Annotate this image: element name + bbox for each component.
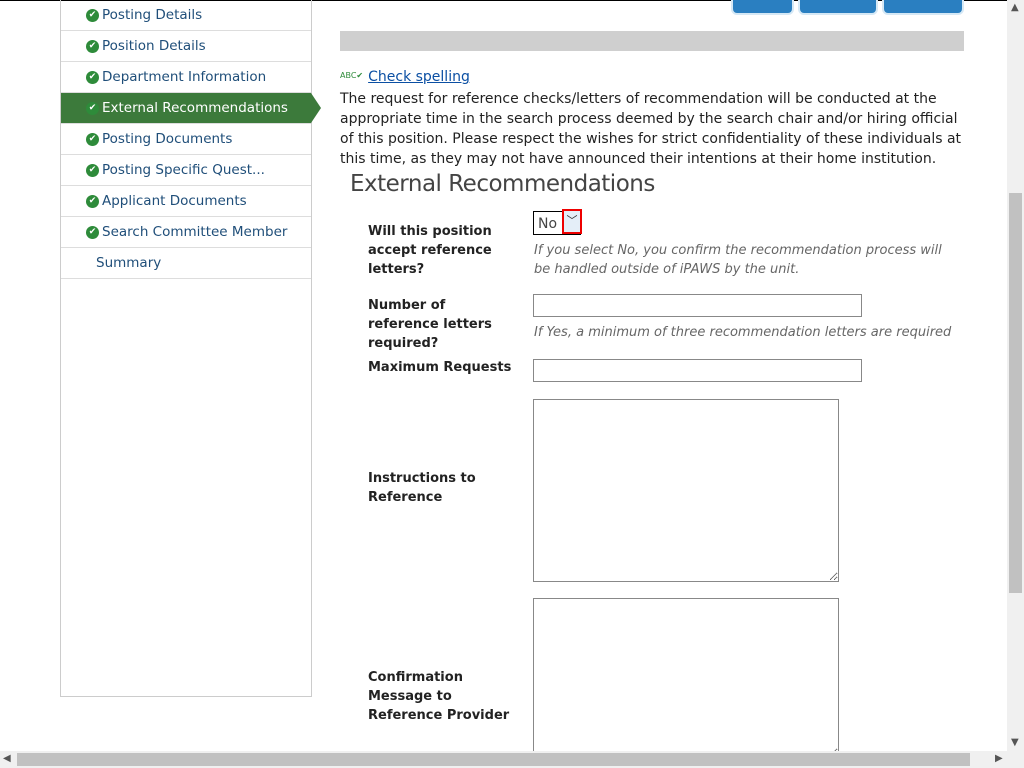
confirmation-textarea[interactable] <box>533 598 839 758</box>
check-circle-icon: ✔ <box>86 40 99 53</box>
sidebar-item-posting-specific-questions[interactable]: ✔ Posting Specific Quest... <box>61 155 311 186</box>
sidebar-item-position-details[interactable]: ✔ Position Details <box>61 31 311 62</box>
sidebar-nav: ✔ Posting Details ✔ Position Details ✔ Depa… <box>60 0 321 697</box>
scroll-up-icon[interactable]: ▲ <box>1011 2 1019 13</box>
check-circle-icon: ✔ <box>86 164 99 177</box>
accept-letters-hint: If you select No, you confirm the recomm… <box>534 243 942 277</box>
check-circle-icon: ✔ <box>86 9 99 22</box>
accept-letters-label: Will this position accept reference lett… <box>368 224 492 277</box>
vertical-scroll-thumb[interactable] <box>1009 193 1022 593</box>
check-spelling-link[interactable]: ABC✔ Check spelling <box>340 69 470 85</box>
check-circle-icon: ✔ <box>86 133 99 146</box>
instructions-textarea[interactable] <box>533 399 839 582</box>
sidebar-item-posting-details[interactable]: ✔ Posting Details <box>61 0 311 31</box>
sidebar-item-applicant-documents[interactable]: ✔ Applicant Documents <box>61 186 311 217</box>
number-letters-hint: If Yes, a minimum of three recommendatio… <box>534 325 952 340</box>
intro-text: The request for reference checks/letters… <box>340 91 962 167</box>
number-letters-input[interactable] <box>533 294 862 317</box>
confirmation-label: Confirmation Message to Reference Provid… <box>368 670 510 723</box>
check-circle-icon: ✔ <box>86 226 99 239</box>
instructions-label: Instructions to Reference <box>368 471 476 505</box>
toolbar-button-3[interactable] <box>884 0 962 13</box>
number-letters-label: Number of reference letters required? <box>368 298 492 351</box>
scroll-left-icon[interactable]: ◀ <box>3 753 11 764</box>
check-circle-icon: ✔ <box>86 102 99 115</box>
max-requests-label: Maximum Requests <box>368 360 512 375</box>
section-header-bar <box>340 31 964 51</box>
max-requests-input[interactable] <box>533 359 862 382</box>
sidebar-item-external-recommendations[interactable]: ✔ External Recommendations <box>61 93 321 124</box>
chevron-down-icon[interactable]: ﹀ <box>562 209 582 234</box>
sidebar-item-posting-documents[interactable]: ✔ Posting Documents <box>61 124 311 155</box>
check-circle-icon: ✔ <box>86 195 99 208</box>
sidebar-item-search-committee-member[interactable]: ✔ Search Committee Member <box>61 217 311 248</box>
section-title: External Recommendations <box>350 171 655 197</box>
toolbar-button-1[interactable] <box>733 0 792 13</box>
sidebar-item-summary[interactable]: Summary <box>61 248 311 279</box>
toolbar-button-2[interactable] <box>800 0 876 13</box>
check-circle-icon: ✔ <box>86 71 99 84</box>
horizontal-scroll-thumb[interactable] <box>17 753 970 766</box>
scroll-down-icon[interactable]: ▼ <box>1011 737 1019 748</box>
scroll-right-icon[interactable]: ▶ <box>995 753 1003 764</box>
sidebar-item-department-information[interactable]: ✔ Department Information <box>61 62 311 93</box>
spellcheck-icon: ABC✔ <box>340 71 364 80</box>
